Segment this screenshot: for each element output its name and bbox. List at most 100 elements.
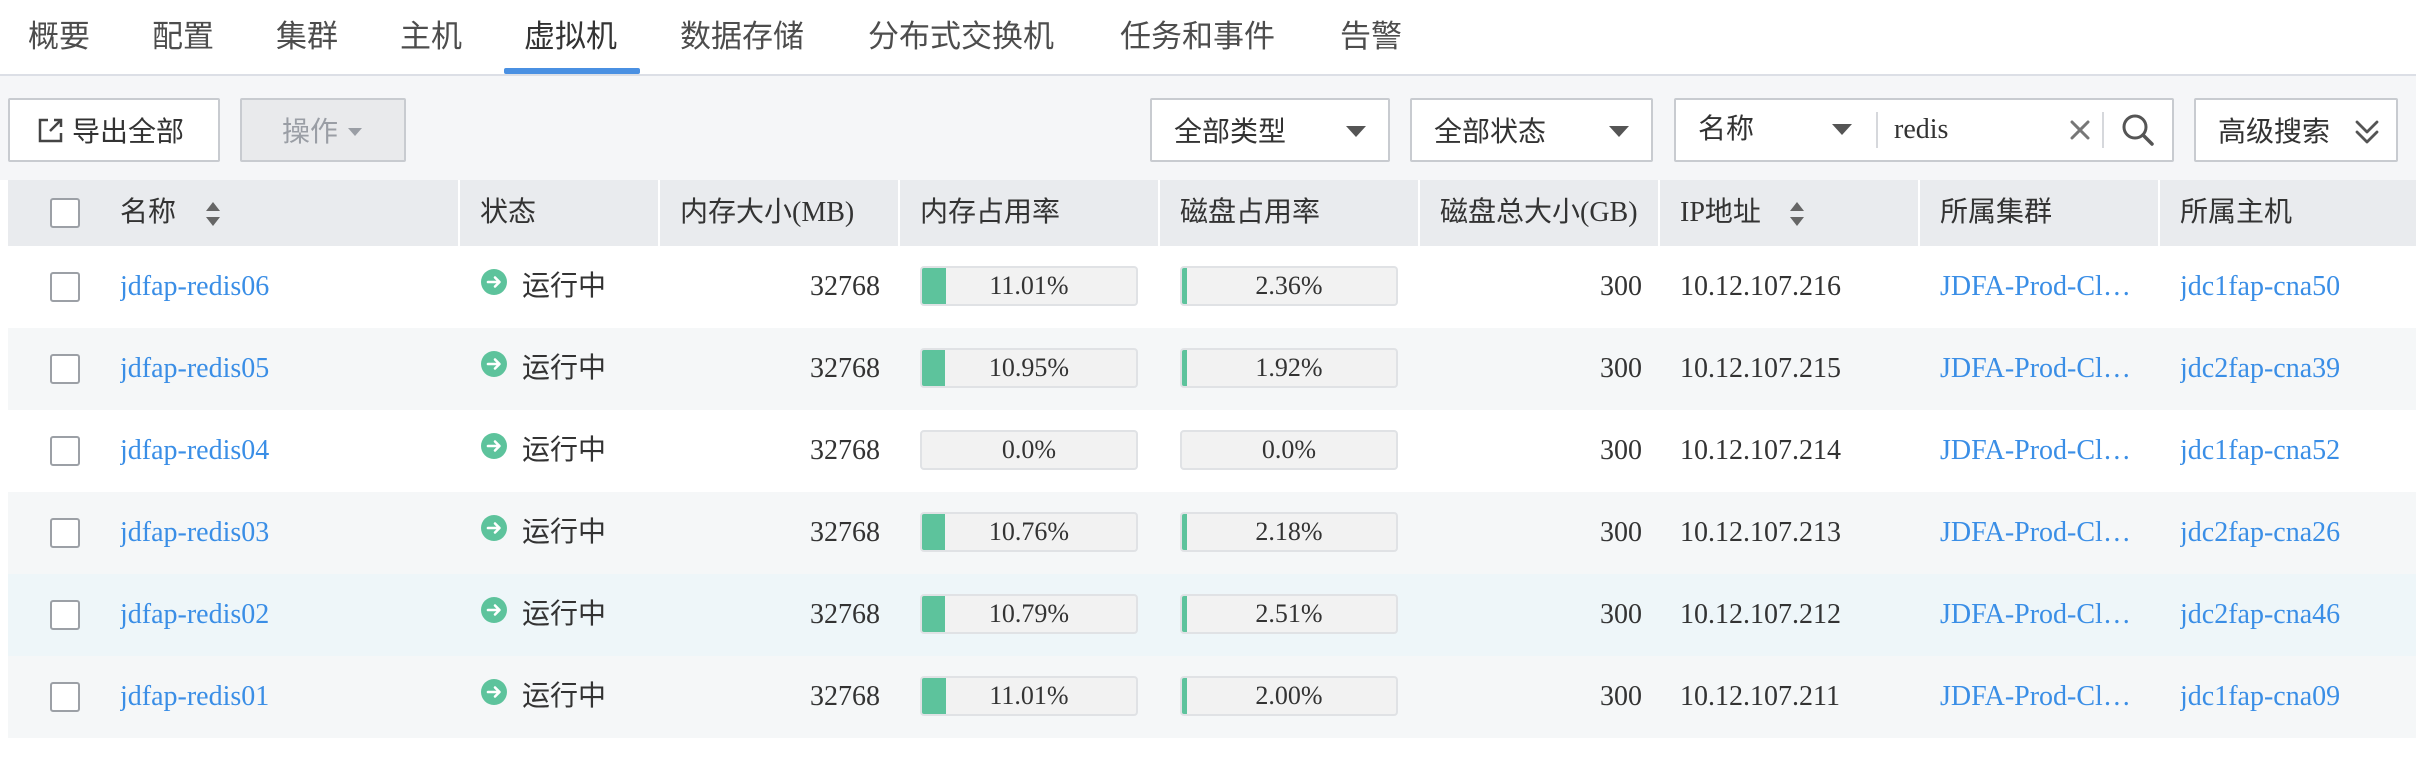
host-link[interactable]: jdc1fap-cna52: [2180, 410, 2410, 492]
host-link[interactable]: jdc2fap-cna46: [2180, 574, 2410, 656]
active-tab-indicator: [504, 68, 640, 74]
disk-usage-value: 2.18%: [1255, 517, 1323, 546]
column-header-name[interactable]: 名称: [100, 180, 176, 246]
host-link[interactable]: jdc2fap-cna39: [2180, 328, 2410, 410]
tab-virtual-machines[interactable]: 虚拟机: [504, 0, 637, 74]
disk-total-size: 300: [1600, 271, 1642, 302]
row-checkbox[interactable]: [50, 600, 80, 630]
table-row[interactable]: jdfap-redis06 运行中 32768 11.01% 2.36% 300 10.12…: [8, 246, 2416, 328]
column-header-ip[interactable]: IP地址: [1660, 180, 1761, 246]
vm-name-link[interactable]: jdfap-redis02: [120, 574, 450, 656]
type-filter-select[interactable]: 全部类型: [1150, 98, 1390, 162]
ip-address: 10.12.107.211: [1680, 681, 1840, 712]
running-status-icon: [481, 269, 507, 295]
ip-address: 10.12.107.215: [1680, 353, 1841, 384]
disk-total-size: 300: [1600, 599, 1642, 630]
memory-usage-value: 0.0%: [1001, 435, 1057, 464]
memory-size: 32768: [810, 353, 880, 384]
vm-name-link[interactable]: jdfap-redis03: [120, 492, 450, 574]
divider: [2102, 112, 2104, 148]
status-filter-select[interactable]: 全部状态: [1410, 98, 1653, 162]
tab-bar: 概要 配置 集群 主机 虚拟机 数据存储 分布式交换机 任务和事件 告警: [0, 0, 2416, 76]
row-checkbox[interactable]: [50, 436, 80, 466]
column-header-cluster: 所属集群: [1940, 197, 2053, 228]
search-field-select[interactable]: 名称: [1676, 100, 1876, 160]
column-header-host: 所属主机: [2180, 197, 2293, 228]
row-checkbox[interactable]: [50, 354, 80, 384]
cluster-link[interactable]: JDFA-Prod-Cl…: [1940, 246, 2150, 328]
export-all-button[interactable]: 导出全部: [8, 98, 220, 162]
tab-distributed-switches[interactable]: 分布式交换机: [848, 0, 1074, 74]
status-text: 运行中: [522, 681, 607, 712]
table-row[interactable]: jdfap-redis03 运行中 32768 10.76% 2.18% 300 10.12…: [8, 492, 2416, 574]
host-link[interactable]: jdc2fap-cna26: [2180, 492, 2410, 574]
tab-tasks-events[interactable]: 任务和事件: [1100, 0, 1295, 74]
double-chevron-down-icon: [2355, 120, 2379, 144]
memory-usage-bar: 11.01%: [920, 676, 1138, 716]
disk-usage-bar: 0.0%: [1180, 430, 1398, 470]
vm-table: 名称 状态 内存大小(MB) 内存占用率 磁盘占用率 磁盘总大小(GB) IP地…: [8, 180, 2416, 758]
disk-usage-value: 0.0%: [1261, 435, 1317, 464]
select-all-checkbox[interactable]: [50, 198, 80, 228]
search-icon[interactable]: [2118, 110, 2158, 150]
disk-usage-bar: 1.92%: [1180, 348, 1398, 388]
disk-total-size: 300: [1600, 681, 1642, 712]
host-link[interactable]: jdc1fap-cna09: [2180, 656, 2410, 738]
cluster-link[interactable]: JDFA-Prod-Cl…: [1940, 410, 2150, 492]
disk-usage-value: 1.92%: [1255, 353, 1323, 382]
memory-usage-bar: 11.01%: [920, 266, 1138, 306]
disk-usage-bar: 2.36%: [1180, 266, 1398, 306]
memory-usage-bar: 10.76%: [920, 512, 1138, 552]
disk-usage-bar: 2.51%: [1180, 594, 1398, 634]
tab-clusters[interactable]: 集群: [256, 0, 358, 74]
toolbar: 导出全部 操作 全部类型 全部状态 名称 高级搜索: [0, 76, 2416, 180]
operations-dropdown[interactable]: 操作: [240, 98, 406, 162]
memory-usage-bar: 10.95%: [920, 348, 1138, 388]
disk-usage-bar: 2.18%: [1180, 512, 1398, 552]
vm-name-link[interactable]: jdfap-redis05: [120, 328, 450, 410]
caret-down-icon: [1832, 124, 1852, 135]
status-text: 运行中: [522, 353, 607, 384]
row-checkbox[interactable]: [50, 682, 80, 712]
search-field-value: 名称: [1698, 114, 1755, 145]
ip-address: 10.12.107.216: [1680, 271, 1841, 302]
vm-name-link[interactable]: jdfap-redis01: [120, 656, 450, 738]
operations-label: 操作: [282, 117, 339, 148]
disk-usage-bar: 2.00%: [1180, 676, 1398, 716]
tab-hosts[interactable]: 主机: [380, 0, 482, 74]
tab-overview[interactable]: 概要: [8, 0, 110, 74]
divider: [1876, 112, 1878, 148]
column-header-disk-size: 磁盘总大小(GB): [1440, 197, 1638, 228]
close-icon[interactable]: [2064, 114, 2096, 146]
tab-config[interactable]: 配置: [132, 0, 234, 74]
sort-icon[interactable]: [204, 200, 222, 228]
tab-datastores[interactable]: 数据存储: [660, 0, 824, 74]
table-row[interactable]: jdfap-redis02 运行中 32768 10.79% 2.51% 300 10.12…: [8, 574, 2416, 656]
cluster-link[interactable]: JDFA-Prod-Cl…: [1940, 492, 2150, 574]
memory-usage-value: 10.95%: [988, 353, 1070, 382]
caret-down-icon: [1609, 126, 1629, 137]
ip-address: 10.12.107.214: [1680, 435, 1841, 466]
cluster-link[interactable]: JDFA-Prod-Cl…: [1940, 656, 2150, 738]
sort-icon[interactable]: [1788, 200, 1806, 228]
table-row[interactable]: jdfap-redis05 运行中 32768 10.95% 1.92% 300 10.12…: [8, 328, 2416, 410]
memory-size: 32768: [810, 271, 880, 302]
cluster-link[interactable]: JDFA-Prod-Cl…: [1940, 574, 2150, 656]
row-checkbox[interactable]: [50, 272, 80, 302]
running-status-icon: [481, 515, 507, 541]
column-header-memory-size: 内存大小(MB): [680, 197, 855, 228]
column-header-disk-usage: 磁盘占用率: [1180, 197, 1321, 228]
tab-alarms[interactable]: 告警: [1320, 0, 1422, 74]
search-group: 名称: [1674, 98, 2174, 162]
cluster-link[interactable]: JDFA-Prod-Cl…: [1940, 328, 2150, 410]
advanced-search-button[interactable]: 高级搜索: [2194, 98, 2398, 162]
search-input[interactable]: [1894, 106, 2064, 154]
table-row[interactable]: jdfap-redis01 运行中 32768 11.01% 2.00% 300 10.12…: [8, 656, 2416, 738]
row-checkbox[interactable]: [50, 518, 80, 548]
ip-address: 10.12.107.212: [1680, 599, 1841, 630]
table-row[interactable]: jdfap-redis04 运行中 32768 0.0% 0.0% 300 10.12.10…: [8, 410, 2416, 492]
vm-name-link[interactable]: jdfap-redis06: [120, 246, 450, 328]
vm-name-link[interactable]: jdfap-redis04: [120, 410, 450, 492]
host-link[interactable]: jdc1fap-cna50: [2180, 246, 2410, 328]
running-status-icon: [481, 433, 507, 459]
